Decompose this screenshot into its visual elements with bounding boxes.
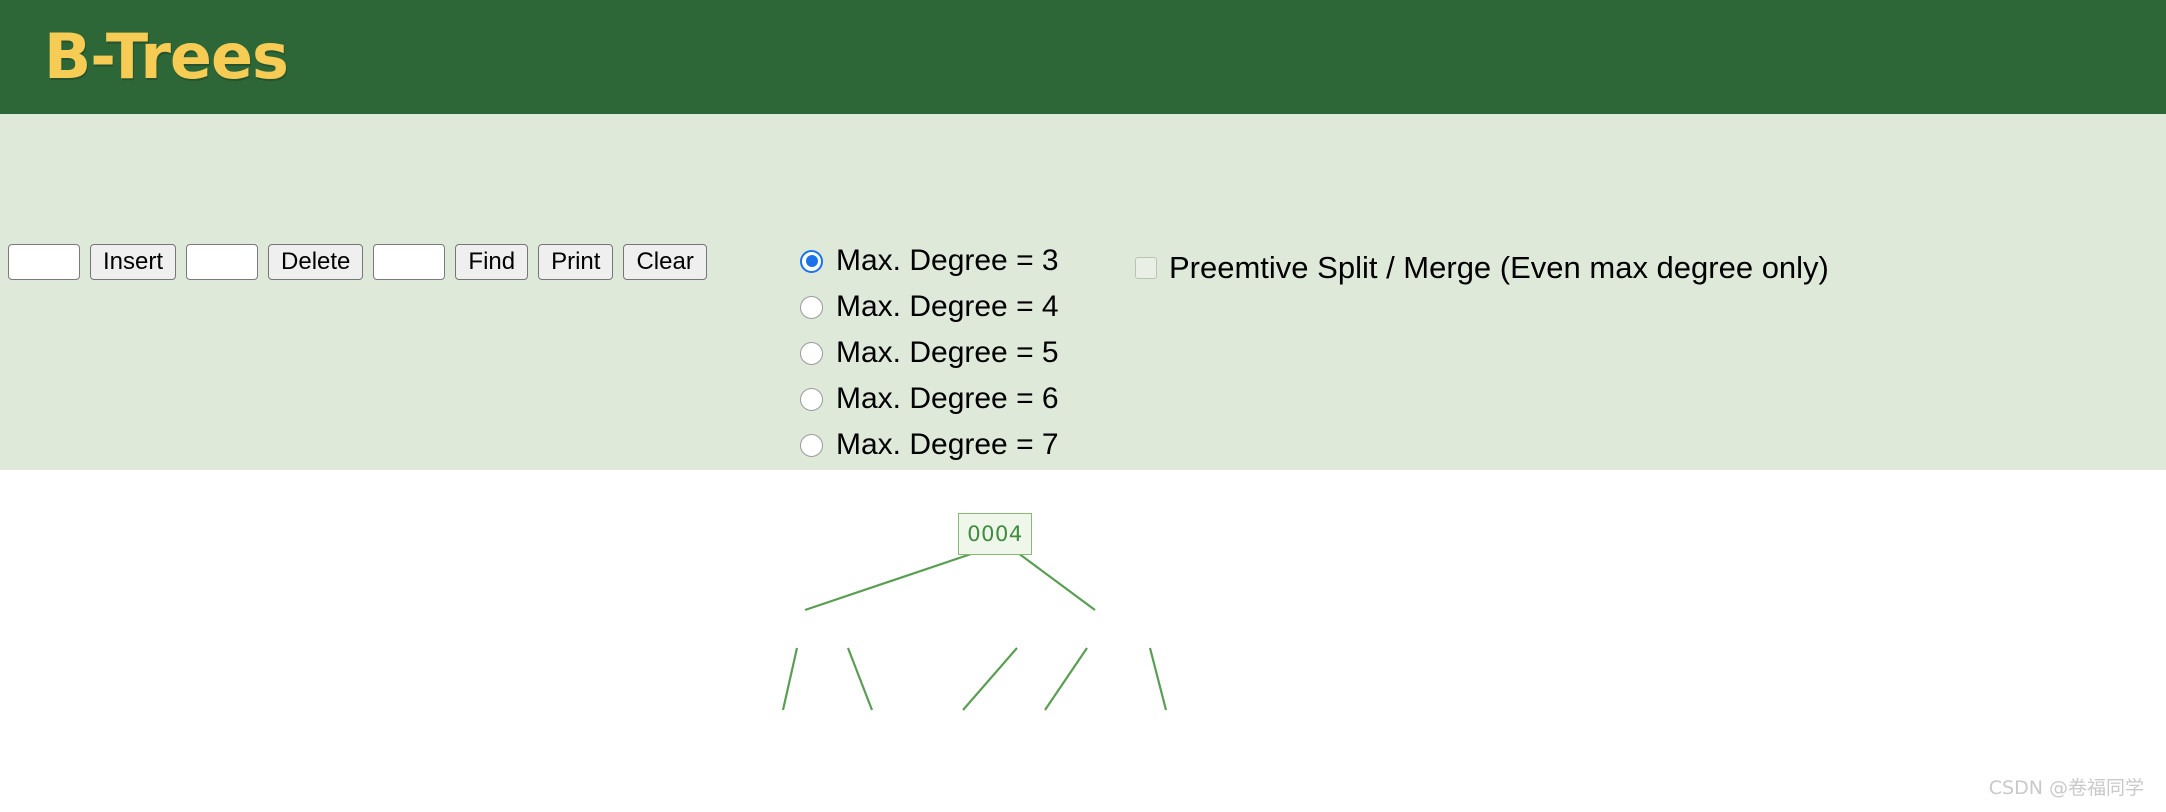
radio-circle-icon[interactable]	[800, 433, 823, 457]
radio-label: Max. Degree = 7	[836, 428, 1059, 461]
btree-edge	[781, 647, 799, 711]
btree-edge	[1017, 552, 1096, 611]
watermark: CSDN @卷福同学	[1988, 777, 2144, 799]
radio-max-degree-3[interactable]: Max. Degree = 3	[800, 238, 1059, 284]
checkbox-square-icon[interactable]	[1135, 256, 1157, 279]
btree-node: 0004	[958, 513, 1032, 555]
delete-button[interactable]: Delete	[268, 244, 364, 280]
radio-max-degree-6[interactable]: Max. Degree = 6	[800, 376, 1059, 422]
btree-edge	[962, 647, 1018, 711]
print-button[interactable]: Print	[538, 244, 614, 280]
btree-edge	[1044, 647, 1088, 711]
preemptive-split-merge-label: Preemtive Split / Merge (Even max degree…	[1169, 250, 1829, 285]
delete-input[interactable]	[186, 244, 259, 280]
control-panel: Insert Delete Find Print Clear Max. Degr…	[0, 114, 2166, 565]
radio-max-degree-5[interactable]: Max. Degree = 5	[800, 330, 1059, 376]
btree-edges	[781, 551, 1168, 711]
btree-edge	[1148, 647, 1168, 711]
radio-circle-icon[interactable]	[800, 295, 823, 319]
find-input[interactable]	[373, 244, 446, 280]
radio-label: Max. Degree = 3	[836, 244, 1059, 277]
radio-label: Max. Degree = 5	[836, 336, 1059, 369]
btree-edge	[804, 551, 975, 612]
radio-circle-icon[interactable]	[800, 249, 823, 273]
btree-edge	[846, 647, 874, 711]
radio-circle-icon[interactable]	[800, 341, 823, 365]
radio-max-degree-7[interactable]: Max. Degree = 7	[800, 422, 1059, 468]
radio-label: Max. Degree = 4	[836, 290, 1059, 323]
radio-circle-icon[interactable]	[800, 387, 823, 411]
app-header: B-Trees	[0, 0, 2166, 114]
btree-node-key: 0004	[967, 521, 1023, 546]
max-degree-radio-group: Max. Degree = 3 Max. Degree = 4 Max. Deg…	[800, 238, 1059, 468]
insert-button[interactable]: Insert	[90, 244, 177, 280]
radio-max-degree-4[interactable]: Max. Degree = 4	[800, 284, 1059, 330]
preemptive-split-merge-checkbox[interactable]: Preemtive Split / Merge (Even max degree…	[1135, 252, 1829, 283]
btree-visualization-canvas: 0004000200060008000100030005000700090010	[0, 470, 2166, 812]
find-button[interactable]: Find	[455, 244, 529, 280]
clear-button[interactable]: Clear	[623, 244, 707, 280]
operations-row: Insert Delete Find Print Clear	[8, 244, 707, 280]
page-title: B-Trees	[44, 20, 289, 93]
insert-input[interactable]	[8, 244, 80, 280]
radio-label: Max. Degree = 6	[836, 382, 1059, 415]
